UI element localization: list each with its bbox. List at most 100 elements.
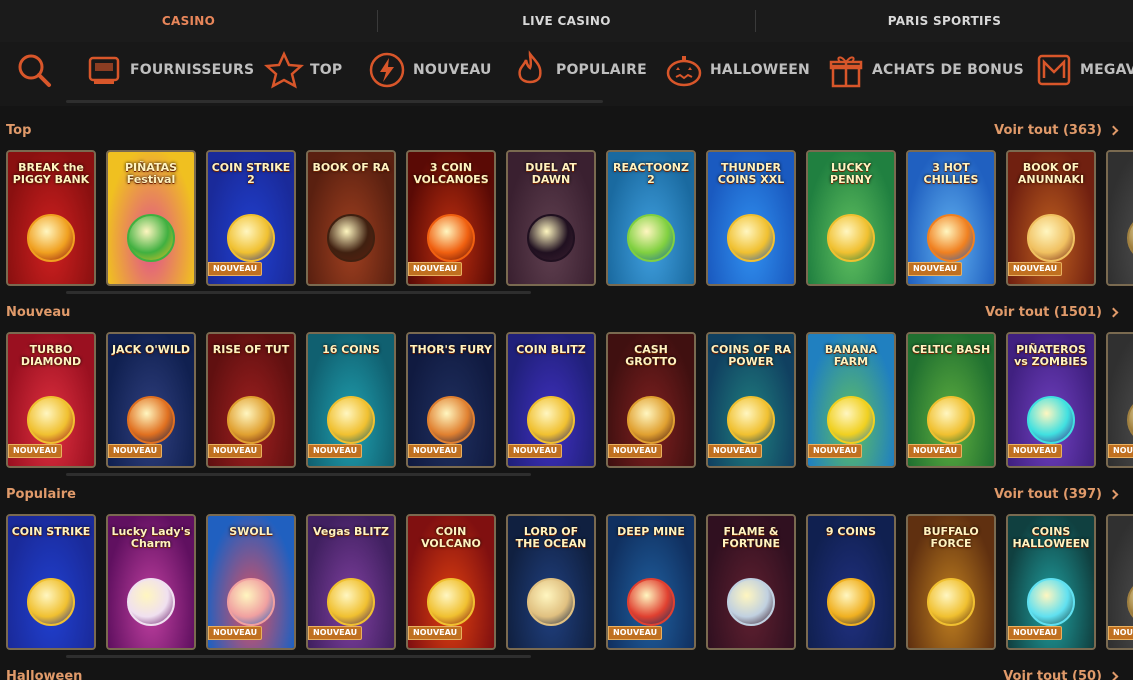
tab-casino[interactable]: CASINO [0, 0, 377, 42]
game-card[interactable]: SWOLL NOUVEAU [206, 514, 296, 650]
game-title: 16 COINS [322, 343, 380, 356]
row-scrollbar[interactable] [66, 291, 531, 294]
game-title: TURBO DIAMOND [20, 343, 82, 368]
game-card[interactable]: RISE OF TUT NOUVEAU [206, 332, 296, 468]
game-card[interactable]: DEEP MINE NOUVEAU [606, 514, 696, 650]
game-card[interactable]: COIN VOLCANO NOUVEAU [406, 514, 496, 650]
new-badge: NOUVEAU [208, 444, 263, 458]
category-achats-de-bonus[interactable]: ACHATS DE BONUS [826, 50, 1024, 90]
game-symbol-icon [127, 214, 175, 262]
game-title: REACTOONZ 2 [613, 161, 689, 186]
tab-live-casino[interactable]: LIVE CASINO [378, 0, 755, 42]
game-title: THUNDER COINS XXL [717, 161, 785, 186]
game-card[interactable]: THOR'S FURY NOUVEAU [406, 332, 496, 468]
chevron-right-icon [1108, 307, 1119, 318]
game-symbol-icon [427, 214, 475, 262]
category-nouveau[interactable]: NOUVEAU [367, 50, 492, 90]
game-card[interactable]: Vegas BLITZ NOUVEAU [306, 514, 396, 650]
game-card[interactable]: BOOK OF ANUNNAKI NOUVEAU [1006, 150, 1096, 286]
game-card[interactable]: COIN STRIKE [6, 514, 96, 650]
category-populaire[interactable]: POPULAIRE [510, 50, 647, 90]
game-card[interactable]: BOOK OF RA [306, 150, 396, 286]
see-all-label: Voir tout (363) [994, 123, 1102, 138]
category-top[interactable]: TOP [264, 50, 342, 90]
see-all-link[interactable]: Voir tout (363) [994, 123, 1119, 138]
category-label: FOURNISSEURS [130, 62, 255, 78]
game-title: 3 HOT CHILLIES [923, 161, 979, 186]
game-card[interactable]: LORD OF THE OCEAN [506, 514, 596, 650]
category-label: ACHATS DE BONUS [872, 62, 1024, 78]
category-halloween[interactable]: HALLOWEEN [664, 50, 810, 90]
game-card[interactable]: COINS OF RA POWER NOUVEAU [706, 332, 796, 468]
category-label: HALLOWEEN [710, 62, 810, 78]
game-symbol-icon [1027, 578, 1075, 626]
game-symbol-icon [927, 396, 975, 444]
new-badge: NOUVEAU [508, 444, 563, 458]
game-card[interactable]: 9 COINS [806, 514, 896, 650]
game-title: DEEP MINE [617, 525, 685, 538]
game-card[interactable]: JACK O'WILD NOUVEAU [106, 332, 196, 468]
game-card[interactable]: DUEL AT DAWN [506, 150, 596, 286]
game-card[interactable]: COIN BLITZ NOUVEAU [506, 332, 596, 468]
game-title: FLAME & FORTUNE [722, 525, 780, 550]
see-all-link[interactable]: Voir tout (397) [994, 487, 1119, 502]
game-card[interactable]: BANANA FARM NOUVEAU [806, 332, 896, 468]
game-symbol-icon [327, 214, 375, 262]
section-title: Nouveau [6, 305, 71, 320]
game-card[interactable]: COIN STRIKE 2 NOUVEAU [206, 150, 296, 286]
game-card[interactable]: BUFFALO FORCE [906, 514, 996, 650]
game-card[interactable]: NOUVEAU [1106, 514, 1133, 650]
game-title: BUFFALO FORCE [923, 525, 979, 550]
providers-icon [84, 50, 124, 90]
game-card[interactable]: FLAME & FORTUNE [706, 514, 796, 650]
game-symbol-icon [727, 396, 775, 444]
game-card[interactable]: REACTOONZ 2 [606, 150, 696, 286]
game-card[interactable]: LUCKY PENNY [806, 150, 896, 286]
game-card[interactable]: THUNDER COINS XXL [706, 150, 796, 286]
game-title: COIN VOLCANO [421, 525, 481, 550]
game-card[interactable]: CELTIC BASH NOUVEAU [906, 332, 996, 468]
see-all-label: Voir tout (50) [1003, 669, 1102, 680]
category-fournisseurs[interactable]: FOURNISSEURS [84, 50, 254, 90]
game-title: Vegas BLITZ [312, 525, 389, 538]
game-card[interactable]: NOUVEAU [1106, 332, 1133, 468]
game-symbol-icon [627, 214, 675, 262]
game-card[interactable]: PIÑATAS Festival [106, 150, 196, 286]
game-symbol-icon [227, 396, 275, 444]
row-scrollbar[interactable] [66, 473, 531, 476]
game-card[interactable]: 4 M [1106, 150, 1133, 286]
game-card[interactable]: COINS HALLOWEEN NOUVEAU [1006, 514, 1096, 650]
new-badge: NOUVEAU [308, 444, 363, 458]
section-title: Halloween [6, 669, 83, 680]
game-title: COIN BLITZ [516, 343, 586, 356]
game-row: COIN STRIKE Lucky Lady's Charm SWOLL NOUVEA… [6, 514, 1133, 650]
game-card[interactable]: Lucky Lady's Charm [106, 514, 196, 650]
game-symbol-icon [527, 578, 575, 626]
game-card[interactable]: CASH GROTTO NOUVEAU [606, 332, 696, 468]
game-symbol-icon [927, 578, 975, 626]
see-all-link[interactable]: Voir tout (1501) [985, 305, 1119, 320]
section-title: Populaire [6, 487, 76, 502]
game-card[interactable]: 3 HOT CHILLIES NOUVEAU [906, 150, 996, 286]
new-badge: NOUVEAU [108, 444, 163, 458]
game-card[interactable]: 16 COINS NOUVEAU [306, 332, 396, 468]
game-symbol-icon [727, 578, 775, 626]
game-symbol-icon [927, 214, 975, 262]
game-card[interactable]: 3 COIN VOLCANOES NOUVEAU [406, 150, 496, 286]
tab-paris-sportifs[interactable]: PARIS SPORTIFS [756, 0, 1133, 42]
lightning-icon [367, 50, 407, 90]
category-megaways[interactable]: MEGAV [1034, 50, 1133, 90]
game-card[interactable]: PIÑATEROS vs ZOMBIES NOUVEAU [1006, 332, 1096, 468]
game-symbol-icon [827, 396, 875, 444]
section-title: Top [6, 123, 32, 138]
game-symbol-icon [227, 578, 275, 626]
game-card[interactable]: BREAK the PIGGY BANK [6, 150, 96, 286]
search-button[interactable] [14, 50, 54, 90]
main-tabs: CASINO LIVE CASINO PARIS SPORTIFS [0, 0, 1133, 42]
game-symbol-icon [727, 214, 775, 262]
game-card[interactable]: TURBO DIAMOND NOUVEAU [6, 332, 96, 468]
row-scrollbar[interactable] [66, 655, 531, 658]
category-label: TOP [310, 62, 343, 78]
see-all-link[interactable]: Voir tout (50) [1003, 669, 1119, 680]
category-scrollbar[interactable] [66, 100, 603, 103]
